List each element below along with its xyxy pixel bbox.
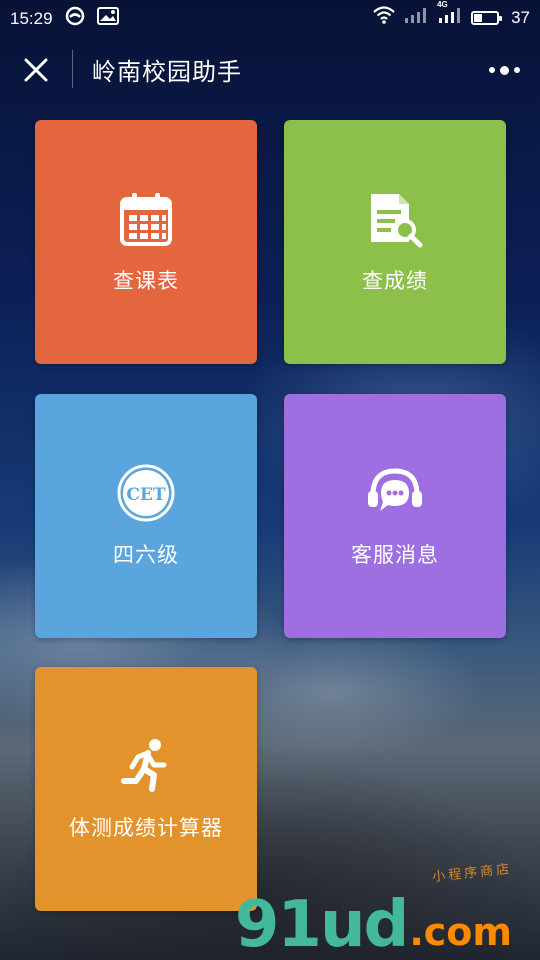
tile-label: 查课表 bbox=[113, 270, 179, 293]
wifi-icon bbox=[373, 6, 395, 29]
tile-fitness-calculator[interactable]: 体测成绩计算器 bbox=[35, 667, 257, 911]
app-notification-icon bbox=[65, 6, 85, 31]
network-type-label: 4G bbox=[437, 0, 448, 9]
document-search-icon bbox=[365, 189, 425, 249]
watermark: 小程序商店 91ud .com bbox=[234, 862, 513, 960]
status-time: 15:29 bbox=[10, 8, 53, 28]
cet-badge-icon: CET bbox=[116, 463, 176, 523]
running-person-icon bbox=[116, 736, 176, 796]
calendar-icon bbox=[116, 189, 176, 249]
close-button[interactable] bbox=[14, 48, 58, 92]
more-dot-icon bbox=[513, 67, 520, 73]
battery-level: 37 bbox=[511, 7, 530, 27]
more-dot-icon bbox=[488, 67, 495, 73]
watermark-logo: 91ud bbox=[234, 888, 409, 960]
tile-label: 体测成绩计算器 bbox=[69, 817, 223, 840]
status-right: 4G 37 bbox=[373, 0, 530, 29]
tile-label: 查成绩 bbox=[362, 270, 428, 293]
more-menu-button[interactable] bbox=[482, 50, 526, 90]
more-dot-icon bbox=[499, 65, 509, 75]
tile-label: 客服消息 bbox=[351, 544, 439, 567]
status-left: 15:29 bbox=[10, 6, 119, 31]
nav-divider bbox=[72, 50, 73, 88]
tile-customer-service[interactable]: 客服消息 bbox=[284, 394, 506, 638]
headset-chat-icon bbox=[365, 463, 425, 523]
tile-cet[interactable]: CET 四六级 bbox=[35, 394, 257, 638]
signal-sim2-icon: 4G bbox=[437, 0, 463, 29]
image-notification-icon bbox=[96, 7, 119, 30]
nav-bar: 岭南校园助手 bbox=[0, 40, 540, 98]
battery-icon bbox=[471, 10, 503, 25]
tile-course-schedule[interactable]: 查课表 bbox=[35, 120, 257, 364]
watermark-domain: .com bbox=[409, 910, 512, 954]
cet-badge-text: CET bbox=[126, 485, 165, 505]
tile-grades[interactable]: 查成绩 bbox=[284, 120, 506, 364]
signal-sim1-icon bbox=[403, 6, 429, 29]
close-icon bbox=[24, 58, 48, 82]
tile-label: 四六级 bbox=[113, 544, 179, 567]
status-bar: 15:29 4G 37 bbox=[0, 0, 540, 34]
watermark-subtext: 小程序商店 bbox=[431, 861, 513, 886]
page-title: 岭南校园助手 bbox=[92, 59, 242, 86]
